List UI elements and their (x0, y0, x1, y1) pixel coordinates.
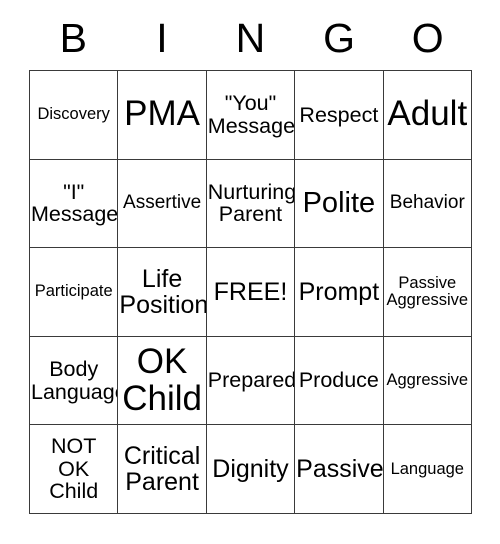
bingo-row: Discovery PMA "You" Message Respect Adul… (28, 70, 473, 160)
bingo-cell[interactable]: "You" Message (205, 70, 296, 160)
bingo-cell[interactable]: Critical Parent (117, 424, 207, 514)
bingo-row: Body Language OK Child Prepared Produce … (28, 335, 473, 426)
bingo-cell[interactable]: Passive (294, 424, 384, 514)
bingo-cell[interactable]: Prepared (205, 335, 296, 426)
bingo-cell-label: "I" Message (31, 179, 118, 227)
bingo-cell[interactable]: Respect (294, 70, 384, 160)
bingo-cell[interactable]: Dignity (205, 424, 296, 514)
bingo-cell-label: PMA (124, 94, 201, 134)
header-letter-b: B (59, 14, 87, 61)
bingo-row: Participate Life Position FREE! Prompt P… (28, 247, 473, 337)
bingo-cell-label: Discovery (37, 105, 110, 124)
bingo-cell-label: Aggressive (386, 370, 469, 389)
bingo-cell-label: Life Position (119, 264, 207, 319)
bingo-cell-label: FREE! (213, 277, 288, 306)
bingo-cell[interactable]: Produce (294, 335, 384, 426)
bingo-cell-label: "You" Message (207, 91, 295, 138)
bingo-header: B I N G O (29, 8, 472, 70)
bingo-cell-label: Dignity (212, 455, 289, 484)
bingo-cell-label: Respect (299, 102, 379, 127)
bingo-row: NOT OK Child Critical Parent Dignity Pas… (28, 424, 473, 514)
bingo-cell-label: Polite (302, 187, 376, 220)
bingo-row: "I" Message Assertive Nurturing Parent P… (28, 158, 473, 249)
bingo-cell-label: Body Language (31, 357, 118, 404)
bingo-cell[interactable]: OK Child (117, 335, 207, 426)
bingo-cell-label: Critical Parent (123, 441, 201, 497)
bingo-card: B I N G O Discovery PMA "You" Message Re… (28, 8, 473, 514)
header-letter-i: I (156, 14, 168, 61)
bingo-cell-label: Assertive (123, 192, 202, 214)
bingo-cell[interactable]: PMA (117, 70, 207, 160)
bingo-cell[interactable]: Behavior (382, 158, 473, 249)
bingo-cell[interactable]: Nurturing Parent (205, 158, 296, 249)
header-letter-g: G (323, 14, 356, 61)
bingo-cell[interactable]: Language (382, 424, 473, 514)
bingo-cell[interactable]: Polite (294, 158, 384, 249)
bingo-cell-label: Prepared (207, 368, 295, 393)
bingo-cell-label: NOT OK Child (49, 434, 99, 504)
bingo-cell-label: Adult (387, 94, 468, 134)
bingo-cell[interactable]: Life Position (117, 247, 207, 337)
bingo-cell[interactable]: Aggressive (382, 335, 473, 426)
bingo-cell-label: Behavior (389, 192, 465, 214)
bingo-cell[interactable]: Body Language (28, 335, 119, 426)
bingo-grid: Discovery PMA "You" Message Respect Adul… (28, 70, 473, 514)
bingo-cell[interactable]: NOT OK Child (28, 424, 119, 514)
bingo-cell[interactable]: Discovery (28, 70, 119, 160)
bingo-cell[interactable]: Assertive (117, 158, 207, 249)
bingo-cell[interactable]: Participate (28, 247, 119, 337)
bingo-cell-label: Passive Aggressive (386, 273, 469, 309)
bingo-cell-free[interactable]: FREE! (205, 247, 296, 337)
bingo-cell-label: Produce (298, 368, 379, 393)
bingo-cell-label: Language (390, 459, 464, 478)
bingo-cell-label: Participate (34, 282, 113, 301)
bingo-cell[interactable]: Prompt (294, 247, 384, 337)
bingo-cell-label: Nurturing Parent (207, 179, 295, 227)
bingo-cell[interactable]: Passive Aggressive (382, 247, 473, 337)
header-letter-n: N (235, 14, 266, 61)
bingo-cell[interactable]: "I" Message (28, 158, 119, 249)
bingo-cell-label: Passive (296, 455, 384, 484)
header-letter-o: O (411, 14, 444, 61)
bingo-cell[interactable]: Adult (382, 70, 473, 160)
bingo-cell-label: Prompt (298, 277, 380, 306)
bingo-cell-label: OK Child (122, 341, 202, 418)
